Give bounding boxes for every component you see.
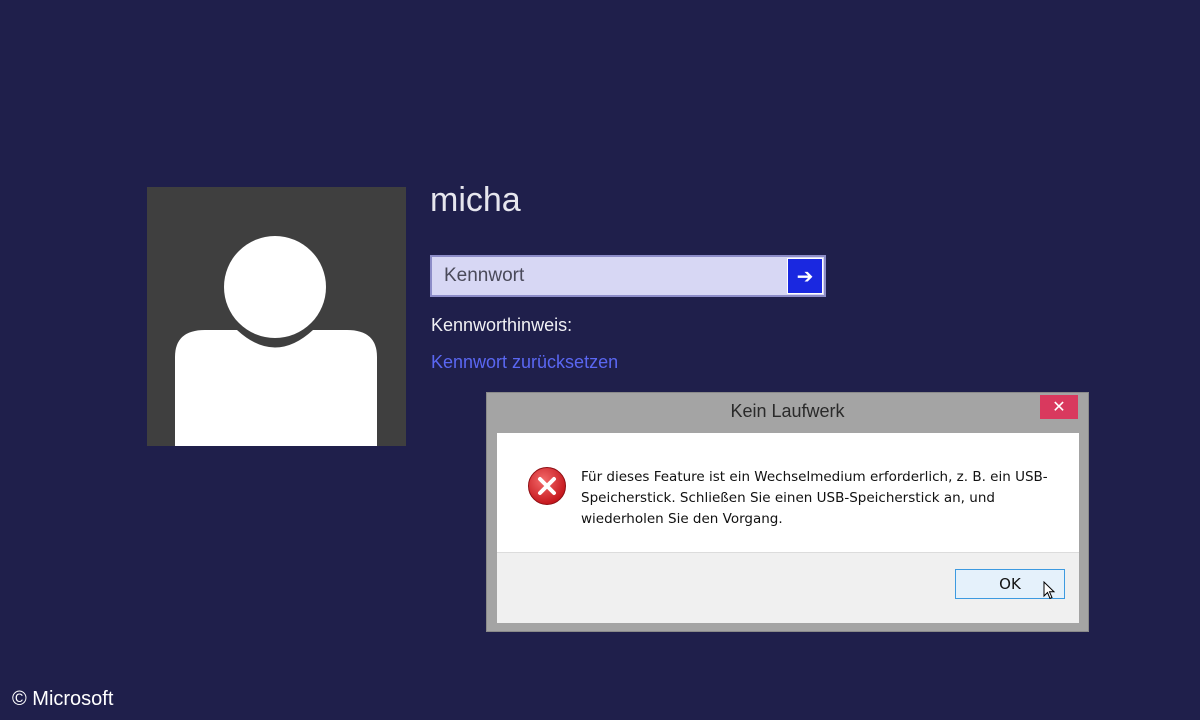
dialog-title: Kein Laufwerk (730, 401, 845, 421)
dialog-close-button[interactable]: ✕ (1040, 395, 1078, 419)
user-avatar (147, 187, 406, 446)
error-dialog: Kein Laufwerk ✕ Für dieses Feature ist e… (486, 392, 1089, 632)
mouse-cursor-icon (1043, 581, 1056, 600)
dialog-body: Für dieses Feature ist ein Wechselmedium… (497, 433, 1079, 623)
submit-arrow-button[interactable]: ➔ (787, 258, 823, 294)
password-hint-label: Kennworthinweis: (431, 315, 573, 335)
dialog-message: Für dieses Feature ist ein Wechselmedium… (581, 469, 1048, 527)
copyright-notice: © Microsoft (12, 688, 114, 710)
dialog-button-bar: OK (497, 552, 1079, 623)
reset-password-link[interactable]: Kennwort zurücksetzen (431, 352, 618, 373)
password-input[interactable] (432, 257, 787, 295)
user-silhouette-icon (175, 236, 377, 446)
password-row: ➔ (430, 255, 826, 297)
user-name: micha (430, 181, 521, 219)
error-icon (528, 467, 566, 505)
